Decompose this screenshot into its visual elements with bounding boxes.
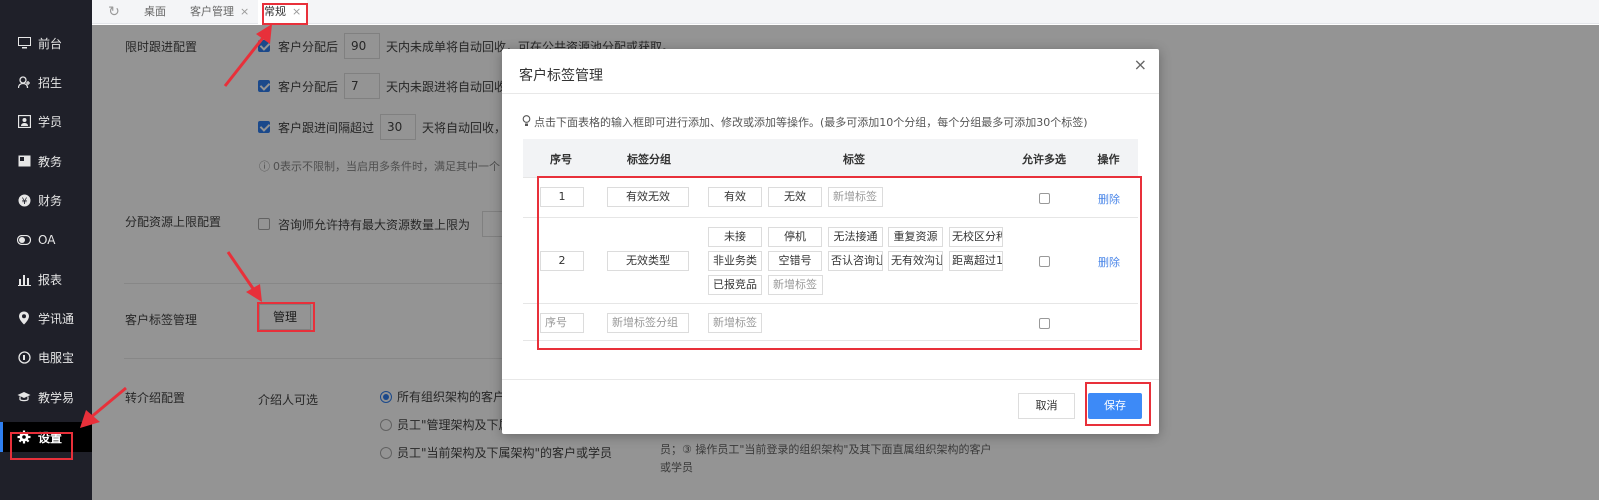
yen-icon: ¥ — [17, 193, 31, 207]
sidebar-item-dianfubao[interactable]: 电服宝 — [0, 342, 92, 372]
sidebar-item-reports[interactable]: 报表 — [0, 264, 92, 294]
tab-customer-management[interactable]: 客户管理 × — [184, 0, 255, 24]
cancel-button[interactable]: 取消 — [1018, 393, 1075, 419]
sidebar-item-frontdesk[interactable]: 前台 — [0, 28, 92, 58]
id-card-icon — [17, 114, 31, 128]
highlight-tag-table — [537, 176, 1142, 350]
refresh-icon[interactable]: ↻ — [106, 4, 122, 20]
svg-text:¥: ¥ — [21, 197, 27, 207]
sidebar-item-oa[interactable]: OA — [0, 225, 92, 255]
toggle-icon — [17, 233, 31, 247]
sidebar-item-label: 招生 — [38, 75, 63, 90]
sidebar-item-xuexuntong[interactable]: 学讯通 — [0, 303, 92, 333]
monitor-icon — [17, 36, 31, 50]
header-action: 操作 — [1097, 153, 1120, 166]
bar-chart-icon — [17, 272, 31, 286]
header-group: 标签分组 — [627, 153, 671, 166]
tab-desktop[interactable]: 桌面 — [138, 0, 172, 24]
highlight-manage-button — [257, 302, 315, 332]
sidebar-item-enrollment[interactable]: 招生 — [0, 67, 92, 97]
sidebar-item-label: 报表 — [38, 272, 63, 287]
table-header: 序号 标签分组 标签 允许多选 操作 — [523, 139, 1138, 177]
tab-bar: ↻ 桌面 客户管理 × 常规 × — [92, 0, 1599, 24]
annotation-arrow — [80, 386, 127, 428]
sidebar-item-label: 学讯通 — [38, 311, 75, 326]
sidebar-item-label: 前台 — [38, 36, 63, 51]
header-multi-select: 允许多选 — [1022, 153, 1066, 166]
sidebar-item-students[interactable]: 学员 — [0, 106, 92, 136]
location-icon — [17, 311, 31, 325]
sidebar-item-finance[interactable]: ¥ 财务 — [0, 185, 92, 215]
user-plus-icon — [17, 75, 31, 89]
highlight-settings — [10, 432, 73, 460]
header-tags: 标签 — [843, 153, 865, 166]
highlight-save-button — [1085, 382, 1151, 426]
annotation-arrow — [226, 251, 262, 302]
divider — [502, 93, 1159, 94]
header-index: 序号 — [550, 153, 572, 166]
lightbulb-icon — [522, 114, 531, 130]
sidebar-item-label: 学员 — [38, 114, 63, 129]
graduation-icon — [17, 390, 31, 404]
close-icon[interactable]: × — [1134, 55, 1147, 74]
sidebar-item-label: 教务 — [38, 154, 63, 169]
sidebar-item-academic[interactable]: 教务 — [0, 146, 92, 176]
sidebar-item-label: 教学易 — [38, 390, 75, 405]
customer-tag-modal: 客户标签管理 × 点击下面表格的输入框即可进行添加、修改或添加等操作。(最多可添… — [502, 49, 1159, 434]
sidebar-item-label: 财务 — [38, 193, 63, 208]
annotation-arrow — [223, 24, 272, 87]
sidebar-item-label: OA — [38, 233, 56, 247]
modal-title: 客户标签管理 — [519, 68, 603, 84]
book-icon — [17, 154, 31, 168]
tip-text: 点击下面表格的输入框即可进行添加、修改或添加等操作。(最多可添加10个分组，每个… — [522, 114, 1088, 130]
sidebar-item-label: 电服宝 — [38, 350, 75, 365]
phone-icon — [17, 350, 31, 364]
divider — [502, 379, 1159, 380]
close-icon[interactable]: × — [240, 5, 249, 18]
